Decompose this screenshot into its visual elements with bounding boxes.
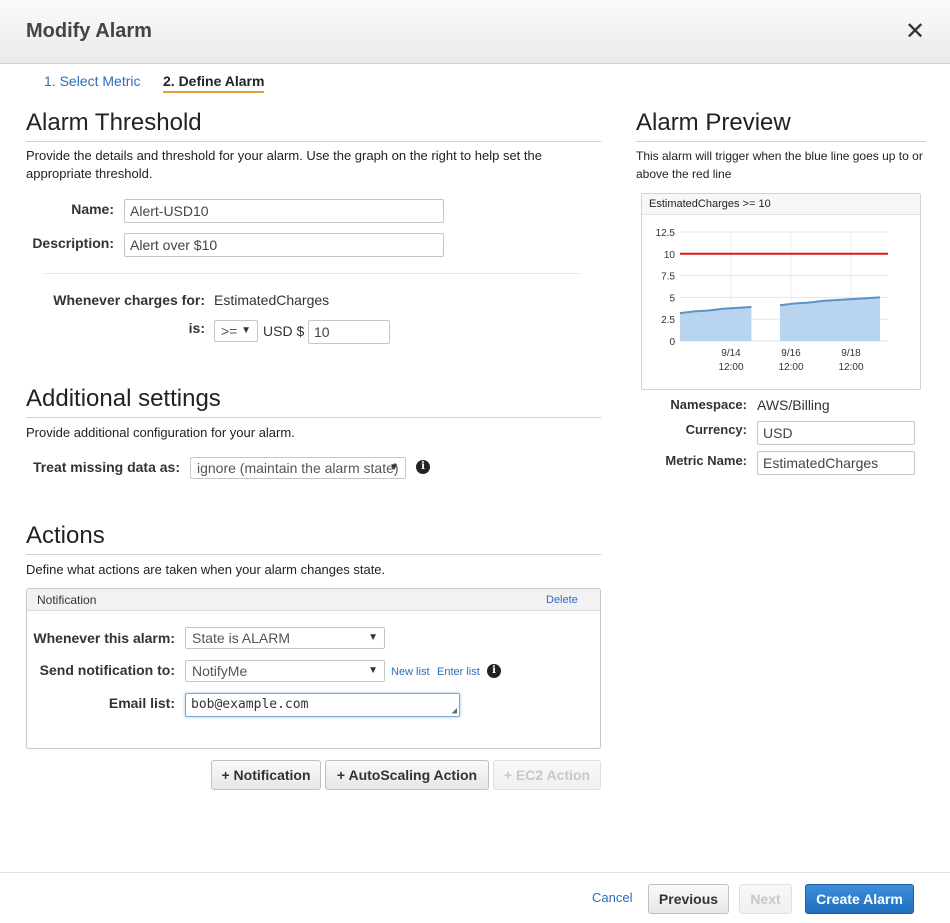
chart-plot: 12.5 10 7.5 5 2.5 0 9/14 12:00 9/16 12:00 9/18 12:0… (656, 228, 888, 373)
operator-select[interactable]: >= ▼ (214, 320, 258, 342)
add-notification-button[interactable]: + Notification (211, 760, 321, 790)
email-list-value: bob@example.com (191, 697, 309, 712)
threshold-input[interactable] (308, 320, 390, 344)
topic-value: NotifyMe (192, 663, 248, 679)
close-icon[interactable]: ✕ (905, 20, 925, 44)
info-icon[interactable]: i (487, 664, 501, 678)
notification-header: Notification Delete (27, 589, 600, 611)
x-tick-label: 9/18 (841, 348, 861, 359)
preview-description: This alarm will trigger when the blue li… (636, 149, 923, 181)
topic-select[interactable]: NotifyMe ▼ (185, 660, 385, 682)
add-autoscaling-action-button[interactable]: + AutoScaling Action (325, 760, 489, 790)
missing-data-select[interactable]: ignore (maintain the alarm state) ▼ (190, 457, 406, 479)
namespace-value: AWS/Billing (757, 397, 830, 413)
delete-notification-link[interactable]: Delete (546, 594, 578, 606)
name-input[interactable] (124, 199, 444, 223)
currency-prefix: USD $ (263, 323, 305, 339)
send-notification-label: Send notification to: (39, 662, 175, 678)
divider (26, 417, 601, 418)
info-icon[interactable]: i (416, 460, 430, 474)
y-tick-label: 12.5 (656, 228, 676, 239)
name-label: Name: (71, 201, 114, 217)
divider (26, 141, 601, 142)
currency-input[interactable] (757, 421, 915, 445)
create-alarm-button[interactable]: Create Alarm (805, 884, 914, 914)
threshold-heading: Alarm Threshold (26, 109, 202, 136)
divider (636, 141, 926, 142)
threshold-description: Provide the details and threshold for yo… (26, 148, 542, 181)
chevron-down-icon: ▼ (241, 325, 251, 336)
currency-label: Currency: (685, 422, 747, 437)
alarm-state-select[interactable]: State is ALARM ▼ (185, 627, 385, 649)
x-tick-label: 12:00 (778, 362, 803, 373)
description-input[interactable] (124, 233, 444, 257)
new-list-link[interactable]: New list (391, 666, 430, 678)
x-tick-label: 12:00 (838, 362, 863, 373)
x-tick-label: 9/14 (721, 348, 741, 359)
description-label: Description: (32, 235, 114, 251)
y-tick-label: 0 (669, 337, 675, 348)
y-tick-label: 10 (664, 250, 676, 261)
step-select-metric[interactable]: 1. Select Metric (44, 73, 140, 89)
resize-handle-icon[interactable]: ◢ (452, 706, 457, 716)
metric-name-label: Metric Name: (665, 453, 747, 468)
chevron-down-icon: ▼ (389, 462, 399, 473)
is-label: is: (188, 320, 205, 336)
dialog-title: Modify Alarm (26, 20, 152, 42)
dialog-header: Modify Alarm ✕ (0, 0, 950, 64)
enter-list-link[interactable]: Enter list (437, 666, 480, 678)
alarm-state-label: Whenever this alarm: (33, 630, 175, 646)
add-ec2-action-button[interactable]: + EC2 Action (493, 760, 601, 790)
divider (26, 554, 601, 555)
additional-description: Provide additional configuration for you… (26, 425, 295, 440)
operator-value: >= (221, 323, 238, 339)
x-tick-label: 12:00 (718, 362, 743, 373)
alarm-state-value: State is ALARM (192, 630, 291, 646)
next-button[interactable]: Next (739, 884, 792, 914)
y-tick-label: 5 (669, 293, 675, 304)
y-tick-label: 7.5 (661, 272, 675, 283)
previous-button[interactable]: Previous (648, 884, 729, 914)
step-define-alarm[interactable]: 2. Define Alarm (163, 73, 265, 93)
actions-heading: Actions (26, 522, 105, 549)
missing-data-value: ignore (maintain the alarm state) (197, 460, 399, 476)
footer-divider (0, 872, 950, 873)
chevron-down-icon: ▼ (368, 665, 378, 676)
additional-heading: Additional settings (26, 385, 221, 412)
email-list-textarea[interactable]: bob@example.com ◢ (185, 693, 460, 717)
cancel-link[interactable]: Cancel (592, 890, 632, 905)
namespace-label: Namespace: (670, 397, 747, 412)
preview-heading: Alarm Preview (636, 109, 791, 136)
notification-title: Notification (37, 593, 97, 607)
preview-chart: EstimatedCharges >= 10 12.5 10 7.5 5 2.5 0 9/1… (641, 193, 921, 390)
y-tick-label: 2.5 (661, 315, 675, 326)
divider (44, 273, 580, 274)
missing-data-label: Treat missing data as: (32, 459, 180, 475)
chevron-down-icon: ▼ (368, 632, 378, 643)
actions-description: Define what actions are taken when your … (26, 562, 386, 577)
chart-title: EstimatedCharges >= 10 (642, 194, 920, 215)
email-list-label: Email list: (108, 695, 175, 711)
charges-metric: EstimatedCharges (214, 292, 330, 308)
metric-name-input[interactable] (757, 451, 915, 475)
x-tick-label: 9/16 (781, 348, 801, 359)
charges-label: Whenever charges for: (53, 292, 205, 308)
